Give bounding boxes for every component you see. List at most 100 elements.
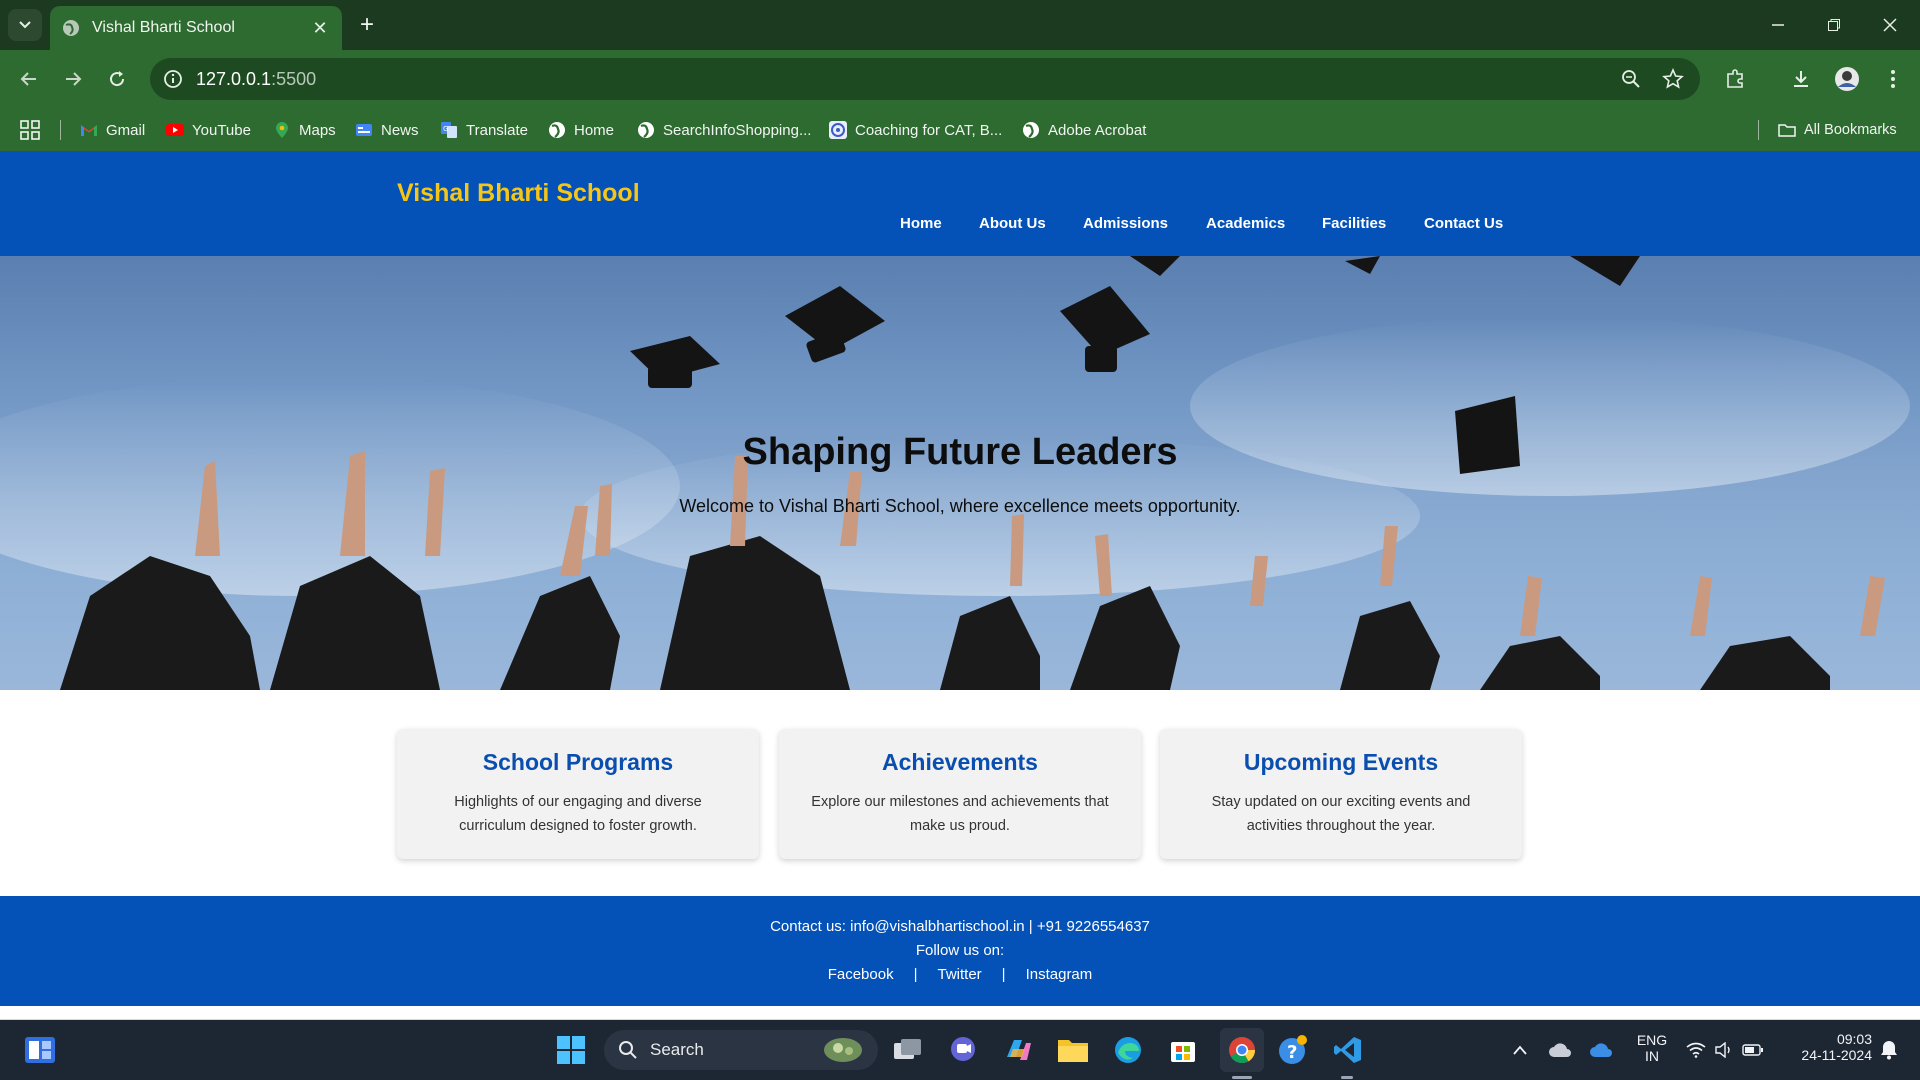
bookmark-adobe-acrobat[interactable]: Adobe Acrobat [1022,118,1146,142]
gmail-icon [81,125,97,136]
nav-contact-us[interactable]: Contact Us [1424,215,1503,235]
downloads-button[interactable] [1786,64,1816,94]
close-tab-icon[interactable]: ✕ [310,18,330,39]
volume-tray[interactable] [1711,1032,1737,1068]
site-info-icon[interactable] [162,68,184,90]
card-title: Upcoming Events [1243,749,1439,775]
card-text: Highlights of our engaging and diverse c… [454,794,702,834]
vscode-button[interactable] [1330,1032,1366,1068]
url-host: 127.0.0.1 [196,69,272,89]
zoom-icon[interactable] [1620,68,1642,90]
back-button[interactable] [14,64,44,94]
search-highlight-icon [824,1038,862,1062]
windows-start-icon [557,1036,585,1064]
instagram-link[interactable]: Instagram [1026,966,1093,983]
battery-tray[interactable] [1740,1032,1766,1068]
notifications-button[interactable] [1874,1032,1904,1068]
nav-academics[interactable]: Academics [1206,215,1285,235]
bookmark-searchinfoshopping[interactable]: SearchInfoShopping... [637,118,811,142]
url-text[interactable]: 127.0.0.1:5500 [196,69,316,90]
onedrive-tray[interactable] [1586,1032,1616,1068]
folder-icon [1778,124,1796,137]
onedrive-personal-tray[interactable] [1545,1032,1575,1068]
copilot-icon [1007,1040,1031,1060]
microsoft-store-button[interactable] [1165,1032,1201,1068]
address-bar[interactable]: 127.0.0.1:5500 [150,58,1700,100]
clock[interactable]: 09:03 24-11-2024 [1780,1031,1872,1063]
restore-button[interactable] [1814,10,1854,40]
new-tab-button[interactable]: + [352,10,382,40]
wifi-tray[interactable] [1683,1032,1709,1068]
teams-chat-button[interactable] [945,1032,981,1068]
widgets-icon [25,1037,55,1063]
copilot-button[interactable] [1000,1032,1036,1068]
coaching-icon [829,121,847,139]
card-title: School Programs [482,749,674,775]
tab-search-button[interactable] [8,9,42,41]
clock-date: 24-11-2024 [1801,1047,1872,1063]
taskbar-search[interactable]: Search [604,1030,878,1070]
site-header: Vishal Bharti School Home About Us Admis… [0,151,1920,256]
globe-icon [638,122,654,138]
nav-facilities[interactable]: Facilities [1322,215,1386,235]
url-port: :5500 [271,69,317,89]
all-bookmarks-button[interactable]: All Bookmarks [1778,118,1897,142]
forward-arrow-icon [66,72,82,86]
edge-button[interactable] [1110,1032,1146,1068]
reload-button[interactable] [102,64,132,94]
task-view-button[interactable] [890,1032,926,1068]
bookmark-coaching[interactable]: Coaching for CAT, B... [829,118,1002,142]
footer-contact: Contact us: info@vishalbhartischool.in |… [770,918,1150,935]
chrome-button[interactable] [1220,1028,1264,1072]
forward-button[interactable] [58,64,88,94]
active-tab[interactable]: Vishal Bharti School ✕ [50,6,342,50]
file-explorer-button[interactable] [1055,1032,1091,1068]
bookmarks-bar: Gmail YouTube Maps News G Translate Home… [0,108,1920,151]
help-button[interactable]: ? [1275,1032,1311,1068]
bookmark-label: News [381,121,419,139]
feature-cards-section: School Programs Highlights of our engagi… [0,690,1920,895]
browser-menu-button[interactable] [1878,64,1908,94]
start-button[interactable] [553,1032,589,1068]
language-code: ENG [1636,1032,1668,1048]
page-bottom-margin [0,1006,1920,1020]
region-code: IN [1645,1048,1659,1064]
youtube-icon [166,124,184,136]
widgets-button[interactable] [22,1032,58,1068]
globe-icon [549,122,565,138]
bookmark-youtube[interactable]: YouTube [166,118,251,142]
bookmark-home[interactable]: Home [548,118,614,142]
extensions-button[interactable] [1720,64,1750,94]
site-footer: Contact us: info@vishalbhartischool.in |… [0,896,1920,1006]
bookmark-label: Coaching for CAT, B... [855,121,1003,139]
bookmark-label: Adobe Acrobat [1048,121,1147,139]
search-icon [619,1041,637,1059]
apps-button[interactable] [20,118,40,142]
twitter-link[interactable]: Twitter [937,966,981,983]
close-window-button[interactable] [1870,10,1910,40]
facebook-link[interactable]: Facebook [828,966,894,983]
hero-title: Shaping Future Leaders [742,431,1178,473]
card-text: Explore our milestones and achievements … [811,794,1109,834]
minimize-button[interactable] [1758,10,1798,40]
language-indicator[interactable]: ENG IN [1632,1032,1672,1064]
bookmark-translate[interactable]: G Translate [440,118,528,142]
link-separator: | [913,966,918,983]
card-school-programs: School Programs Highlights of our engagi… [397,729,759,859]
profile-avatar[interactable] [1832,64,1862,94]
bookmarks-divider [60,120,61,140]
nav-admissions[interactable]: Admissions [1083,215,1168,235]
apps-grid-icon [20,120,40,140]
nav-home[interactable]: Home [900,215,942,235]
card-upcoming-events: Upcoming Events Stay updated on our exci… [1160,729,1522,859]
minimize-icon [1772,24,1784,26]
battery-icon [1742,1044,1763,1056]
chevron-up-icon [1513,1045,1527,1055]
bookmark-maps[interactable]: Maps [273,118,336,142]
bookmark-news[interactable]: News [355,118,419,142]
bookmark-gmail[interactable]: Gmail [80,118,145,142]
bookmark-star-icon[interactable] [1662,68,1684,90]
nav-about-us[interactable]: About Us [979,215,1046,235]
site-logo[interactable]: Vishal Bharti School [397,179,640,208]
show-hidden-icons-button[interactable] [1505,1032,1535,1068]
